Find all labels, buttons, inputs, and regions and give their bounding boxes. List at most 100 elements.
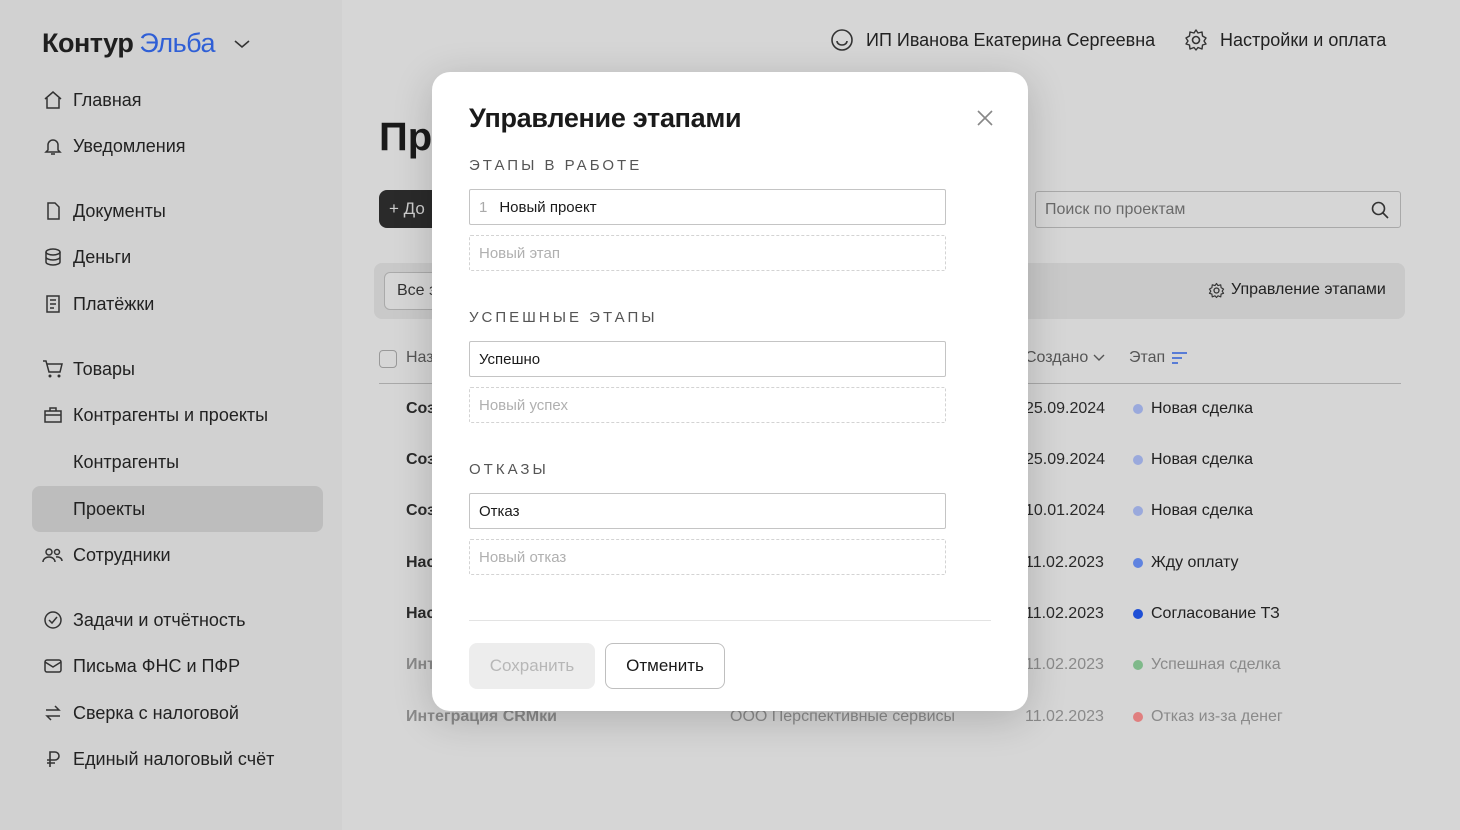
- table-row-created: 10.01.2024: [1025, 502, 1106, 519]
- stage-dot: [1133, 455, 1143, 465]
- new-stage-input[interactable]: Новый этап: [469, 235, 946, 271]
- table-row-stage: Новая сделка: [1133, 502, 1253, 520]
- table-row-name[interactable]: Нас: [406, 554, 435, 572]
- sidebar-item-label: Единый налоговый счёт: [73, 748, 275, 769]
- table-row-name[interactable]: Инт: [406, 656, 435, 674]
- column-header-name[interactable]: Наз: [406, 349, 434, 367]
- org-name: ИП Иванова Екатерина Сергеевна: [866, 29, 1156, 50]
- section-label-in-progress: Этапы в работе: [469, 157, 643, 174]
- logo-kontur: Контур: [42, 28, 134, 58]
- table-row-stage: Согласование ТЗ: [1133, 605, 1280, 623]
- ruble-icon: [42, 748, 64, 770]
- sidebar-item-letters[interactable]: Письма ФНС и ПФР: [32, 643, 323, 689]
- table-row-created: 11.02.2023: [1025, 554, 1104, 571]
- cancel-button[interactable]: Отменить: [605, 643, 725, 689]
- table-row-name[interactable]: Соз: [406, 502, 435, 520]
- sidebar-item-label: Письма ФНС и ПФР: [73, 655, 241, 676]
- new-success-input[interactable]: Новый успех: [469, 387, 946, 423]
- sidebar-item-payments[interactable]: Платёжки: [32, 281, 323, 327]
- gear-icon: [1184, 28, 1208, 52]
- org-switcher[interactable]: ИП Иванова Екатерина Сергеевна: [830, 28, 1155, 52]
- section-label-success: Успешные этапы: [469, 309, 658, 326]
- stage-dot: [1133, 506, 1143, 516]
- search-icon: [1370, 200, 1390, 220]
- settings-label: Настройки и оплата: [1220, 29, 1387, 50]
- column-header-created[interactable]: Создано: [1025, 349, 1105, 367]
- sidebar-item-label: Сверка с налоговой: [73, 702, 239, 723]
- sidebar-item-label: Задачи и отчётность: [73, 609, 246, 630]
- page-title: Пр: [379, 115, 433, 159]
- sidebar-item-label: Платёжки: [73, 293, 155, 314]
- section-label-rejections: Отказы: [469, 461, 549, 478]
- stage-field-new-project[interactable]: 1 Новый проект: [469, 189, 946, 225]
- stage-label: Согласование ТЗ: [1151, 605, 1280, 622]
- chevron-down-icon: [1093, 354, 1105, 362]
- settings-link[interactable]: Настройки и оплата: [1184, 28, 1386, 52]
- table-row-name[interactable]: Соз: [406, 400, 435, 418]
- stage-dot: [1133, 609, 1143, 619]
- sidebar-item-contractors[interactable]: Контрагенты: [32, 439, 323, 485]
- table-row-created: 11.02.2023: [1025, 656, 1104, 673]
- column-header-stage[interactable]: Этап: [1129, 349, 1188, 367]
- table-row-created: 11.02.2023: [1025, 708, 1104, 725]
- stage-dot: [1133, 404, 1143, 414]
- close-icon[interactable]: [974, 107, 996, 129]
- sidebar-item-tasks[interactable]: Задачи и отчётность: [32, 597, 323, 643]
- reject-stage-field[interactable]: Отказ: [469, 493, 946, 529]
- stage-dot: [1133, 712, 1143, 722]
- table-row-created: 25.09.2024: [1025, 400, 1106, 417]
- sidebar-item-label: Сотрудники: [73, 544, 171, 565]
- receipt-icon: [42, 293, 64, 315]
- sidebar-item-notifications[interactable]: Уведомления: [32, 123, 323, 169]
- stage-dot: [1133, 660, 1143, 670]
- stage-management-button[interactable]: Управление этапами: [1208, 281, 1386, 299]
- people-icon: [42, 544, 64, 566]
- sidebar-item-tax-account[interactable]: Единый налоговый счёт: [32, 736, 323, 782]
- table-row-stage: Успешная сделка: [1133, 656, 1281, 674]
- column-header-label: Этап: [1129, 349, 1166, 366]
- sidebar-item-label: Документы: [73, 200, 166, 221]
- sidebar-item-documents[interactable]: Документы: [32, 188, 323, 234]
- sidebar-item-reconciliation[interactable]: Сверка с налоговой: [32, 690, 323, 736]
- table-row-name[interactable]: Нас: [406, 605, 435, 623]
- new-reject-input[interactable]: Новый отказ: [469, 539, 946, 575]
- briefcase-icon: [42, 404, 64, 426]
- sidebar-item-label: Проекты: [73, 498, 146, 519]
- bell-icon: [42, 135, 64, 157]
- sidebar-item-contractors-projects[interactable]: Контрагенты и проекты: [32, 392, 323, 438]
- save-button[interactable]: Сохранить: [469, 643, 595, 689]
- gear-icon: [1208, 282, 1225, 299]
- check-circle-icon: [42, 609, 64, 631]
- smile-icon: [830, 28, 854, 52]
- table-row-created: 11.02.2023: [1025, 605, 1104, 622]
- stage-management-label: Управление этапами: [1231, 281, 1386, 298]
- home-icon: [42, 89, 64, 111]
- table-row-created: 25.09.2024: [1025, 451, 1106, 468]
- search-input[interactable]: Поиск по проектам: [1035, 191, 1401, 228]
- sidebar-item-label: Товары: [73, 358, 135, 379]
- success-stage-field[interactable]: Успешно: [469, 341, 946, 377]
- stage-label: Новая сделка: [1151, 502, 1254, 519]
- filter-icon: [1172, 352, 1188, 364]
- cart-icon: [42, 358, 64, 380]
- table-row-name[interactable]: Соз: [406, 451, 435, 469]
- sidebar-item-employees[interactable]: Сотрудники: [32, 532, 323, 578]
- coins-icon: [42, 246, 64, 268]
- stage-dot: [1133, 558, 1143, 568]
- column-header-label: Создано: [1025, 349, 1089, 366]
- stage-number: 1: [479, 198, 488, 216]
- table-row-stage: Новая сделка: [1133, 451, 1253, 469]
- stage-field-value: Новый проект: [499, 198, 597, 216]
- app-logo[interactable]: Контур Эльба: [42, 28, 251, 59]
- stage-label: Жду оплату: [1151, 554, 1239, 571]
- table-row-stage: Новая сделка: [1133, 400, 1253, 418]
- sidebar-item-money[interactable]: Деньги: [32, 234, 323, 280]
- sidebar-item-label: Главная: [73, 89, 142, 110]
- chevron-down-icon[interactable]: [233, 38, 251, 50]
- sidebar-item-projects[interactable]: Проекты: [32, 486, 323, 532]
- logo-elba: Эльба: [139, 28, 216, 58]
- select-all-checkbox[interactable]: [379, 350, 397, 368]
- sidebar-item-goods[interactable]: Товары: [32, 346, 323, 392]
- modal-title: Управление этапами: [469, 103, 742, 133]
- sidebar-item-home[interactable]: Главная: [32, 77, 323, 123]
